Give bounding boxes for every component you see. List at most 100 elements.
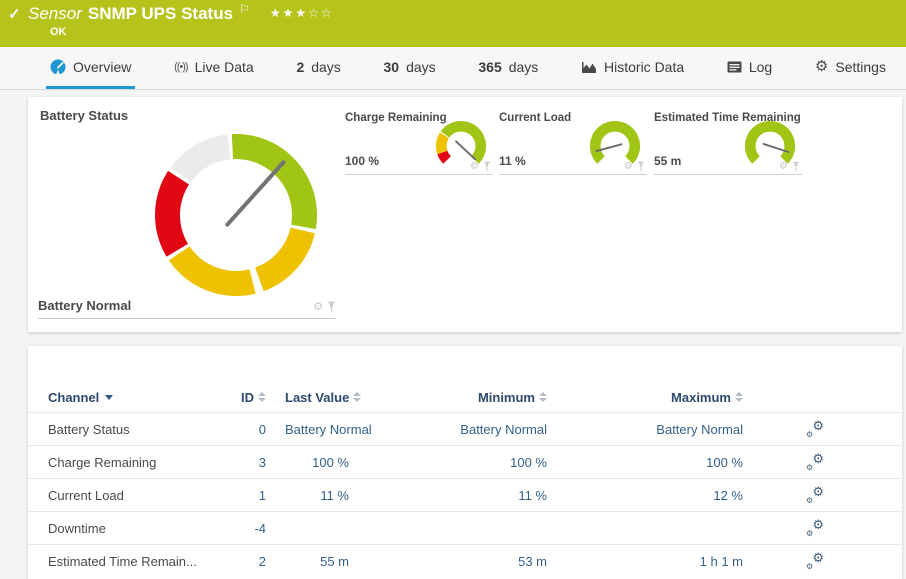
channel-settings-icon[interactable]: ⚙⚙ bbox=[806, 553, 824, 570]
tab-label-bold: 2 bbox=[296, 59, 304, 75]
pin-icon[interactable] bbox=[327, 301, 336, 313]
channel-table-panel: Channel ID Last Value Minimum Maximum bbox=[28, 346, 902, 579]
minimum-cell: 53 m bbox=[437, 554, 547, 569]
channel-settings-icon[interactable]: ⚙⚙ bbox=[806, 421, 824, 438]
chart-icon bbox=[581, 60, 597, 74]
last-value-cell: 55 m bbox=[285, 554, 437, 569]
channel-name-cell[interactable]: Downtime bbox=[48, 521, 228, 536]
channel-id-cell: 3 bbox=[228, 455, 266, 470]
tab-label: days bbox=[311, 59, 341, 75]
tab-365-days[interactable]: 365 days bbox=[474, 47, 542, 89]
channel-name-cell[interactable]: Battery Status bbox=[48, 422, 228, 437]
minimum-cell: 11 % bbox=[437, 488, 547, 503]
channel-name-cell[interactable]: Current Load bbox=[48, 488, 228, 503]
column-label: ID bbox=[241, 390, 254, 405]
column-header-minimum[interactable]: Minimum bbox=[437, 390, 547, 405]
tab-label-bold: 365 bbox=[478, 59, 501, 75]
pin-icon[interactable] bbox=[483, 161, 491, 172]
mini-gauge-title: Charge Remaining bbox=[345, 112, 447, 124]
tab-label: days bbox=[509, 59, 539, 75]
gauge-footer-icons: ⚙ bbox=[313, 301, 336, 313]
estimated-time-block: Estimated Time Remaining 55 m ⚙ bbox=[654, 112, 802, 175]
column-label: Maximum bbox=[671, 390, 731, 405]
charge-remaining-block: Charge Remaining 100 % ⚙ bbox=[345, 112, 493, 175]
tab-label: Log bbox=[749, 59, 772, 75]
gauge-footer-icons: ⚙ bbox=[624, 161, 645, 172]
sensor-word: Sensor bbox=[28, 4, 82, 24]
main-content: Battery Status Battery Normal ⚙ Charge R… bbox=[0, 90, 906, 579]
current-load-value[interactable]: 11 % bbox=[499, 154, 526, 168]
gear-icon[interactable]: ⚙ bbox=[624, 162, 633, 172]
table-row: Downtime -4 ⚙⚙ bbox=[28, 511, 902, 544]
tab-settings[interactable]: ⚙ Settings bbox=[811, 47, 890, 89]
gear-icon[interactable]: ⚙ bbox=[313, 302, 323, 313]
column-header-channel[interactable]: Channel bbox=[48, 390, 228, 405]
maximum-cell: 100 % bbox=[547, 455, 743, 470]
log-icon bbox=[727, 61, 742, 73]
sort-icon bbox=[735, 392, 743, 402]
sensor-title-row: Sensor SNMP UPS Status ⚐ ★★★☆☆ bbox=[28, 4, 334, 24]
table-row: Current Load 1 11 % 11 % 12 % ⚙⚙ bbox=[28, 478, 902, 511]
channel-settings-icon[interactable]: ⚙⚙ bbox=[806, 454, 824, 471]
minimum-cell: Battery Normal bbox=[437, 422, 547, 437]
tab-bar: Overview ((•)) Live Data 2 days 30 days … bbox=[0, 47, 906, 90]
table-row: Charge Remaining 3 100 % 100 % 100 % ⚙⚙ bbox=[28, 445, 902, 478]
column-label: Last Value bbox=[285, 390, 349, 405]
table-row: Estimated Time Remain... 2 55 m 53 m 1 h… bbox=[28, 544, 902, 577]
column-header-id[interactable]: ID bbox=[228, 390, 266, 405]
channel-id-cell: 0 bbox=[228, 422, 266, 437]
battery-status-footer: Battery Normal ⚙ bbox=[38, 298, 336, 319]
channel-settings-icon[interactable]: ⚙⚙ bbox=[806, 520, 824, 537]
flag-icon[interactable]: ⚐ bbox=[239, 2, 250, 16]
sort-desc-icon bbox=[105, 395, 113, 400]
minimum-cell: 100 % bbox=[437, 455, 547, 470]
tab-label: Settings bbox=[835, 59, 886, 75]
tab-live-data[interactable]: ((•)) Live Data bbox=[170, 47, 258, 89]
column-header-maximum[interactable]: Maximum bbox=[547, 390, 743, 405]
sort-icon bbox=[258, 392, 266, 402]
pin-icon[interactable] bbox=[792, 161, 800, 172]
sort-icon bbox=[353, 392, 361, 402]
sort-icon bbox=[539, 392, 547, 402]
battery-status-gauge bbox=[151, 130, 321, 300]
gear-icon[interactable]: ⚙ bbox=[470, 162, 479, 172]
column-header-last-value[interactable]: Last Value bbox=[285, 390, 437, 405]
current-load-block: Current Load 11 % ⚙ bbox=[499, 112, 647, 175]
tab-2-days[interactable]: 2 days bbox=[292, 47, 344, 89]
tab-30-days[interactable]: 30 days bbox=[380, 47, 440, 89]
last-value-cell: 11 % bbox=[285, 488, 437, 503]
channel-name-cell[interactable]: Charge Remaining bbox=[48, 455, 228, 470]
mini-gauge-title: Current Load bbox=[499, 112, 571, 124]
estimated-time-value[interactable]: 55 m bbox=[654, 154, 681, 168]
channel-id-cell: -4 bbox=[228, 521, 266, 536]
column-label: Channel bbox=[48, 390, 99, 405]
battery-status-panel: Battery Status Battery Normal ⚙ Charge R… bbox=[28, 97, 902, 332]
last-value-cell: Battery Normal bbox=[285, 422, 437, 437]
gauge-footer-icons: ⚙ bbox=[470, 161, 491, 172]
maximum-cell: Battery Normal bbox=[547, 422, 743, 437]
channel-name-cell[interactable]: Estimated Time Remain... bbox=[48, 554, 228, 569]
priority-stars[interactable]: ★★★☆☆ bbox=[270, 6, 334, 20]
live-data-icon: ((•)) bbox=[174, 61, 188, 73]
tab-log[interactable]: Log bbox=[723, 47, 776, 89]
gear-icon[interactable]: ⚙ bbox=[779, 162, 788, 172]
gear-icon: ⚙ bbox=[815, 59, 828, 74]
channel-settings-icon[interactable]: ⚙⚙ bbox=[806, 487, 824, 504]
panel-title: Battery Status bbox=[40, 108, 128, 123]
channel-table-body: Battery Status 0 Battery Normal Battery … bbox=[28, 412, 902, 577]
last-value-cell: 100 % bbox=[285, 455, 437, 470]
page-title: SNMP UPS Status bbox=[88, 4, 233, 24]
tab-label-bold: 30 bbox=[384, 59, 400, 75]
tab-overview[interactable]: Overview bbox=[46, 47, 135, 89]
maximum-cell: 1 h 1 m bbox=[547, 554, 743, 569]
battery-status-value[interactable]: Battery Normal bbox=[38, 298, 131, 313]
pin-icon[interactable] bbox=[637, 161, 645, 172]
table-row: Battery Status 0 Battery Normal Battery … bbox=[28, 412, 902, 445]
tab-label: days bbox=[406, 59, 436, 75]
ok-check-icon: ✓ bbox=[8, 5, 21, 23]
tab-label: Live Data bbox=[195, 59, 254, 75]
column-label: Minimum bbox=[478, 390, 535, 405]
tab-label: Historic Data bbox=[604, 59, 684, 75]
charge-remaining-value[interactable]: 100 % bbox=[345, 154, 379, 168]
tab-historic-data[interactable]: Historic Data bbox=[577, 47, 688, 89]
